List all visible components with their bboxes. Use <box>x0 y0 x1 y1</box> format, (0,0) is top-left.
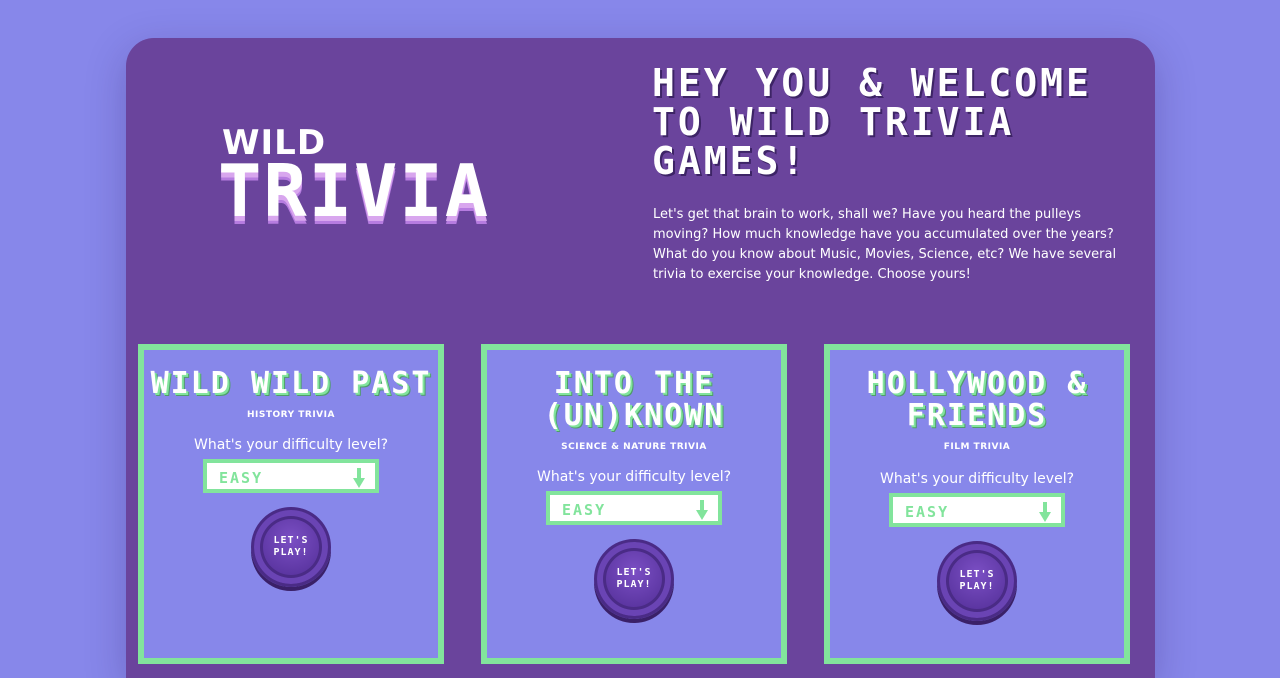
difficulty-select[interactable]: EASY <box>889 493 1065 527</box>
difficulty-value: EASY <box>905 503 950 521</box>
lets-play-button[interactable]: LET'S PLAY! <box>251 507 331 587</box>
card-subtitle: HISTORY TRIVIA <box>247 410 335 420</box>
trivia-card-history: WILD WILD PAST HISTORY TRIVIA What's you… <box>138 344 444 664</box>
hero-title: HEY YOU & WELCOME TO WILD TRIVIA GAMES! <box>652 61 1092 183</box>
logo-trivia-text: TRIVIA <box>218 149 491 233</box>
difficulty-select[interactable]: EASY <box>546 491 722 525</box>
lets-play-button[interactable]: LET'S PLAY! <box>594 539 674 619</box>
card-subtitle: SCIENCE & NATURE TRIVIA <box>561 442 707 452</box>
arrow-down-icon <box>1039 502 1051 522</box>
arrow-down-icon <box>353 468 365 488</box>
lets-play-label: LET'S PLAY! <box>273 535 309 558</box>
lets-play-label: LET'S PLAY! <box>959 569 995 592</box>
lets-play-button[interactable]: LET'S PLAY! <box>937 541 1017 621</box>
logo[interactable]: WILD TRIVIA <box>218 126 490 227</box>
arrow-down-icon <box>696 500 708 520</box>
card-title: HOLLYWOOD & FRIENDS <box>866 366 1088 433</box>
difficulty-value: EASY <box>219 469 264 487</box>
difficulty-value: EASY <box>562 501 607 519</box>
card-subtitle: FILM TRIVIA <box>943 442 1011 452</box>
lets-play-label: LET'S PLAY! <box>616 567 652 590</box>
trivia-card-film: HOLLYWOOD & FRIENDS FILM TRIVIA What's y… <box>824 344 1130 664</box>
difficulty-select[interactable]: EASY <box>203 459 379 493</box>
trivia-card-science: INTO THE (UN)KNOWN SCIENCE & NATURE TRIV… <box>481 344 787 664</box>
card-title: WILD WILD PAST <box>150 366 432 401</box>
difficulty-question: What's your difficulty level? <box>536 469 732 485</box>
hero-description: Let's get that brain to work, shall we? … <box>653 207 1117 282</box>
difficulty-question: What's your difficulty level? <box>879 471 1075 487</box>
difficulty-question: What's your difficulty level? <box>193 437 389 453</box>
card-title: INTO THE (UN)KNOWN <box>543 366 725 433</box>
